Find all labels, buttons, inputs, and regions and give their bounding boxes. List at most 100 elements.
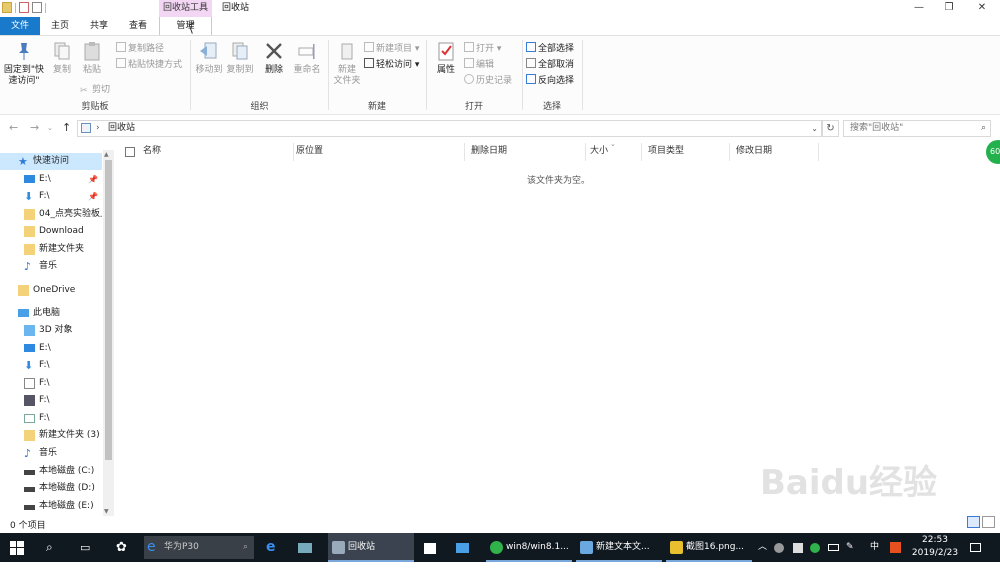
task-image-viewer[interactable]: 截图16.png...: [666, 533, 752, 562]
new-folder-icon[interactable]: [32, 2, 42, 13]
move-to-button[interactable]: 移动到: [194, 40, 224, 76]
breadcrumb-separator-icon[interactable]: ›: [96, 121, 100, 136]
search-input[interactable]: 搜索"回收站" ⌕: [843, 120, 991, 137]
easy-access-button[interactable]: 轻松访问 ▾: [364, 58, 419, 72]
tray-sogou-input-icon[interactable]: [890, 533, 904, 562]
nav-pc-item[interactable]: 本地磁盘 (D:): [0, 480, 102, 497]
column-name[interactable]: 名称: [137, 143, 294, 161]
up-arrow-icon[interactable]: ↑: [62, 118, 71, 138]
minimize-button[interactable]: —: [903, 0, 935, 17]
column-date-modified[interactable]: 修改日期: [730, 143, 819, 161]
nav-quick-access[interactable]: ★ 快速访问: [0, 153, 102, 170]
recent-locations-chevron-icon[interactable]: ⌄: [47, 118, 53, 138]
nav-pc-item[interactable]: E:\: [0, 340, 102, 357]
cut-button[interactable]: ✂ 剪切: [80, 83, 110, 97]
delete-button[interactable]: 删除: [261, 40, 287, 76]
nav-quick-item[interactable]: ♪ 音乐: [0, 258, 102, 275]
properties-icon[interactable]: [19, 2, 29, 13]
nav-pc-item[interactable]: F:\: [0, 375, 102, 392]
copy-path-button[interactable]: 复制路径: [116, 42, 164, 56]
open-icon: [464, 42, 474, 52]
divider: [45, 2, 46, 13]
task-view-icon[interactable]: ▭: [80, 533, 90, 562]
floating-badge[interactable]: 60: [986, 140, 1000, 164]
tray-battery-icon[interactable]: [828, 533, 842, 562]
tab-file[interactable]: 文件: [0, 17, 40, 35]
details-view-icon[interactable]: [967, 516, 980, 528]
tray-ime-indicator[interactable]: 中: [870, 533, 879, 562]
tab-home[interactable]: 主页: [40, 17, 80, 35]
nav-this-pc[interactable]: 此电脑: [0, 305, 102, 322]
tab-share[interactable]: 共享: [80, 17, 118, 35]
new-folder-button[interactable]: 新建 文件夹: [331, 40, 363, 87]
nav-pc-item[interactable]: ♪ 音乐: [0, 445, 102, 462]
column-date-deleted[interactable]: 删除日期: [465, 143, 586, 161]
refresh-icon[interactable]: ↻: [822, 120, 839, 137]
tray-green-app-icon[interactable]: [810, 533, 824, 562]
address-dropdown-chevron-icon[interactable]: ⌄: [811, 121, 818, 136]
tray-shield-icon[interactable]: [793, 533, 807, 562]
tray-pen-icon[interactable]: ✎: [846, 533, 854, 562]
task-recycle-bin[interactable]: 回收站: [328, 533, 414, 562]
desktop-app-icon[interactable]: [298, 533, 316, 562]
taskbar-clock[interactable]: 22:53 2019/2/23: [910, 534, 960, 560]
maximize-button[interactable]: ❐: [933, 0, 965, 17]
nav-pc-item[interactable]: 本地磁盘 (C:): [0, 463, 102, 480]
search-icon[interactable]: ⌕: [46, 533, 53, 562]
scrollbar-thumb[interactable]: [105, 160, 112, 460]
scroll-up-arrow-icon[interactable]: ▲: [104, 151, 109, 158]
nav-pc-item[interactable]: F:\: [0, 410, 102, 427]
nav-pc-item[interactable]: F:\: [0, 392, 102, 409]
select-all-checkbox[interactable]: [125, 147, 135, 157]
control-panel-icon[interactable]: [456, 533, 472, 562]
close-button[interactable]: ✕: [966, 0, 998, 17]
task-browser[interactable]: win8/win8.1...: [486, 533, 572, 562]
edge-browser-icon[interactable]: e: [266, 533, 276, 562]
edit-button[interactable]: 编辑: [464, 58, 494, 72]
pin-to-quick-access-button[interactable]: 固定到"快 速访问": [3, 40, 45, 87]
properties-button[interactable]: 属性: [431, 40, 461, 76]
scroll-down-arrow-icon[interactable]: ▼: [104, 508, 109, 515]
nav-pc-item[interactable]: 3D 对象: [0, 322, 102, 339]
action-center-icon[interactable]: [970, 533, 984, 562]
nav-pane-scrollbar[interactable]: ▲ ▼: [103, 150, 114, 516]
task-notepad[interactable]: 新建文本文...: [576, 533, 662, 562]
open-button[interactable]: 打开 ▾: [464, 42, 501, 56]
tab-view[interactable]: 查看: [118, 17, 158, 35]
pinwheel-app-icon[interactable]: ✿: [116, 533, 127, 562]
breadcrumb-recycle-bin[interactable]: 回收站: [108, 121, 135, 136]
copy-to-button[interactable]: 复制到: [225, 40, 255, 76]
nav-onedrive[interactable]: OneDrive: [0, 282, 102, 299]
new-item-button[interactable]: 新建项目 ▾: [364, 42, 419, 56]
nav-quick-item[interactable]: Download: [0, 223, 102, 240]
forward-arrow-icon[interactable]: →: [30, 118, 39, 138]
rename-button[interactable]: 重命名: [291, 40, 323, 76]
nav-pc-item[interactable]: 新建文件夹 (3) (: [0, 427, 102, 444]
copy-button[interactable]: 复制: [48, 40, 76, 76]
tab-manage[interactable]: 管理: [159, 17, 212, 35]
invert-selection-button[interactable]: 反向选择: [526, 74, 574, 88]
select-all-icon: [526, 42, 536, 52]
column-original-location[interactable]: 原位置: [290, 143, 465, 161]
nav-pc-item[interactable]: 本地磁盘 (E:): [0, 498, 102, 515]
windows-start-icon[interactable]: [10, 533, 28, 562]
nav-pc-item[interactable]: ⬇ F:\: [0, 357, 102, 374]
paste-button[interactable]: 粘贴: [78, 40, 106, 76]
tray-chevron-up-icon[interactable]: ︿: [758, 533, 767, 562]
folder-icon[interactable]: [2, 2, 12, 13]
large-icons-view-icon[interactable]: [982, 516, 995, 528]
history-button[interactable]: 历史记录: [464, 74, 512, 88]
tray-sougou-icon[interactable]: [774, 533, 790, 562]
address-bar[interactable]: › 回收站 ⌄: [77, 120, 822, 137]
back-arrow-icon[interactable]: ←: [9, 118, 18, 138]
nav-quick-item[interactable]: 04_点亮实验板上: [0, 206, 102, 223]
nav-quick-item[interactable]: ⬇ F:\ 📌: [0, 188, 102, 205]
paste-shortcut-button[interactable]: 粘贴快捷方式: [116, 58, 182, 72]
select-none-button[interactable]: 全部取消: [526, 58, 574, 72]
store-icon[interactable]: [424, 533, 440, 562]
column-item-type[interactable]: 项目类型: [642, 143, 730, 161]
nav-quick-item[interactable]: 新建文件夹: [0, 241, 102, 258]
select-all-button[interactable]: 全部选择: [526, 42, 574, 56]
nav-quick-item[interactable]: E:\ 📌: [0, 171, 102, 188]
taskbar-browser-search[interactable]: e 华为P30 ⌕: [144, 536, 254, 559]
